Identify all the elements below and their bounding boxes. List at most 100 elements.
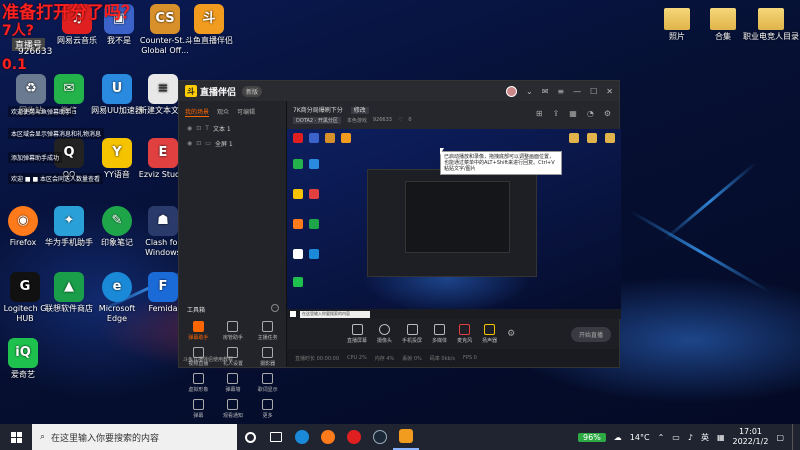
screen-capture-button[interactable]: 直播屏幕 <box>347 324 367 344</box>
douyu-icon <box>399 429 413 443</box>
mail-icon[interactable]: ✉ <box>542 87 549 96</box>
tab-audience[interactable]: 观众 <box>217 107 229 117</box>
scene-item[interactable]: ◉ ⊡ ▭ 全屏 1 <box>179 136 286 151</box>
settings-icon[interactable]: ⚙ <box>507 329 515 339</box>
start-button[interactable] <box>0 424 32 450</box>
status-bitrate: 码率 0kb/s <box>429 355 455 362</box>
notification-icon[interactable]: ▢ <box>776 433 784 442</box>
gift-icon[interactable]: ⊞ <box>536 109 543 118</box>
more-icon[interactable]: ··· <box>271 304 279 312</box>
status-cpu: CPU 2% <box>347 355 367 361</box>
show-desktop-button[interactable] <box>792 424 796 450</box>
preview-app-icon <box>293 277 303 287</box>
settings-icon[interactable]: ⚙ <box>604 109 611 118</box>
tutorial-link[interactable]: 斗鱼直播伴侣使用教程 <box>183 356 233 363</box>
tool-danmaku-assistant[interactable]: 弹幕助手 <box>181 321 216 341</box>
tool-danmaku[interactable]: 弹幕 <box>181 399 216 419</box>
minimize-icon[interactable]: — <box>573 87 581 96</box>
microphone-button[interactable]: 麦克风 <box>457 324 472 344</box>
bell-icon[interactable]: ◔ <box>587 109 594 118</box>
battery-indicator[interactable]: 96% <box>578 432 606 442</box>
start-live-button[interactable]: 开始直播 <box>570 326 611 342</box>
desktop-icon-label: 合集 <box>715 32 731 41</box>
clock[interactable]: 17:01 2022/1/2 <box>733 427 769 447</box>
tool-label: 观看通知 <box>222 413 243 419</box>
cortana-button[interactable] <box>237 424 263 450</box>
preview-folder-icon <box>587 133 597 143</box>
title-bar[interactable]: 斗直播伴侣 新版 ⌄ ✉ ≡ — ☐ ✕ <box>179 81 619 101</box>
version-badge[interactable]: 新版 <box>242 85 263 97</box>
ezviz-icon: E <box>148 138 178 168</box>
netease-music-icon <box>347 430 361 444</box>
text-file-icon: ≡ <box>148 74 178 104</box>
chevron-up-icon[interactable]: ⌃ <box>658 433 665 442</box>
close-icon[interactable]: ✕ <box>606 87 613 96</box>
tool-avatar[interactable]: 虚拟形象 <box>181 373 216 393</box>
camera-icon <box>262 347 274 358</box>
system-tray: 96% ☁ 14°C ⌃ ▭ ♪ 英 ▦ 17:01 2022/1/2 ▢ <box>578 424 800 450</box>
grid-icon <box>262 399 274 410</box>
wallpaper-streak <box>629 210 771 293</box>
tool-lyrics[interactable]: 歌词显示 <box>250 373 285 393</box>
scene-label: 全屏 1 <box>214 141 233 148</box>
category-selector[interactable]: DOTA2 · 开黑分区 <box>293 117 341 124</box>
desktop-icon-label: Clash for Windows <box>145 238 181 257</box>
preview-app-icon <box>309 189 319 199</box>
left-panel: 我的场景 观众 可编辑 ◉ ⊡ T 文本 1 ◉ ⊡ ▭ 全屏 1 工具箱 ··· 弹幕助手… <box>179 101 287 419</box>
scene-item[interactable]: ◉ ⊡ T 文本 1 <box>179 121 286 136</box>
weather-temp[interactable]: 14°C <box>630 433 650 442</box>
taskbar-netease-music[interactable] <box>341 424 367 450</box>
taskbar-firefox[interactable] <box>315 424 341 450</box>
tab-editable[interactable]: 可编辑 <box>237 107 255 117</box>
tool-tasks[interactable]: 主播任务 <box>250 321 285 341</box>
edit-title-button[interactable]: 修改 <box>350 107 369 114</box>
preview-app-icon <box>341 133 351 143</box>
desktop-icon-label: Firefox <box>9 238 37 247</box>
menu-icon[interactable]: ≡ <box>557 87 564 96</box>
taskbar-steam[interactable] <box>367 424 393 450</box>
tool-more[interactable]: 更多 <box>250 399 285 419</box>
phone-cast-button[interactable]: 手机投屏 <box>402 324 422 344</box>
tool-room-admin[interactable]: 房管助手 <box>216 321 251 341</box>
microphone-icon <box>459 324 471 335</box>
avatar[interactable] <box>506 85 518 97</box>
camera-button[interactable]: 摄像头 <box>377 324 392 344</box>
task-view-button[interactable] <box>263 424 289 450</box>
media-button[interactable]: 多媒体 <box>432 324 447 344</box>
speaker-button[interactable]: 扬声器 <box>482 324 497 344</box>
mouse-cursor-icon <box>440 148 444 155</box>
taskbar-search[interactable]: ⌕ 在这里输入你要搜索的内容 <box>32 424 237 450</box>
lock-icon[interactable]: ⊡ <box>196 140 201 147</box>
task-icon <box>262 321 274 332</box>
input-language[interactable]: 英 <box>701 432 709 443</box>
scene-label: 文本 1 <box>212 126 231 133</box>
input-grid-icon[interactable]: ▦ <box>717 433 725 442</box>
desktop-icon-douyu[interactable]: 斗斗鱼直播伴侣 <box>180 4 238 46</box>
like-count: 0 <box>408 117 412 123</box>
maximize-icon[interactable]: ☐ <box>590 87 597 96</box>
tool-notify[interactable]: 观看通知 <box>216 399 251 419</box>
tab-my-scenes[interactable]: 我的场景 <box>185 107 210 117</box>
volume-icon[interactable]: ♪ <box>688 433 693 442</box>
status-bar: 直播时长 00:00:00 CPU 2% 内存 4% 丢帧 0% 码率 0kb/… <box>287 349 619 367</box>
preview-search: 在这里输入你要搜索的内容 <box>300 310 370 318</box>
eye-icon[interactable]: ◉ <box>187 125 192 132</box>
desktop-icon-iqiyi[interactable]: iQ 爱奇艺 <box>0 338 52 380</box>
cloud-icon[interactable]: ☁ <box>614 433 622 442</box>
clash-icon: ☗ <box>148 206 178 236</box>
taskbar-douyu[interactable] <box>393 424 419 450</box>
lock-icon[interactable]: ⊡ <box>196 125 201 132</box>
preview-app-icon <box>293 159 303 169</box>
network-icon[interactable]: ▭ <box>672 433 680 442</box>
chart-icon[interactable]: ▦ <box>569 109 577 118</box>
tool-camera[interactable]: 摄影器 <box>250 347 285 367</box>
edge-icon <box>295 430 309 444</box>
camera-icon <box>379 324 391 335</box>
share-icon[interactable]: ⇪ <box>553 109 560 118</box>
desktop-folder-esports[interactable]: 职业电竞人目录 <box>742 4 800 42</box>
tool-label: 弹幕 <box>193 413 204 419</box>
tool-danmaku-wall[interactable]: 弹幕墙 <box>216 373 251 393</box>
taskbar-edge[interactable] <box>289 424 315 450</box>
eye-icon[interactable]: ◉ <box>187 140 192 147</box>
chevron-down-icon[interactable]: ⌄ <box>526 87 533 96</box>
